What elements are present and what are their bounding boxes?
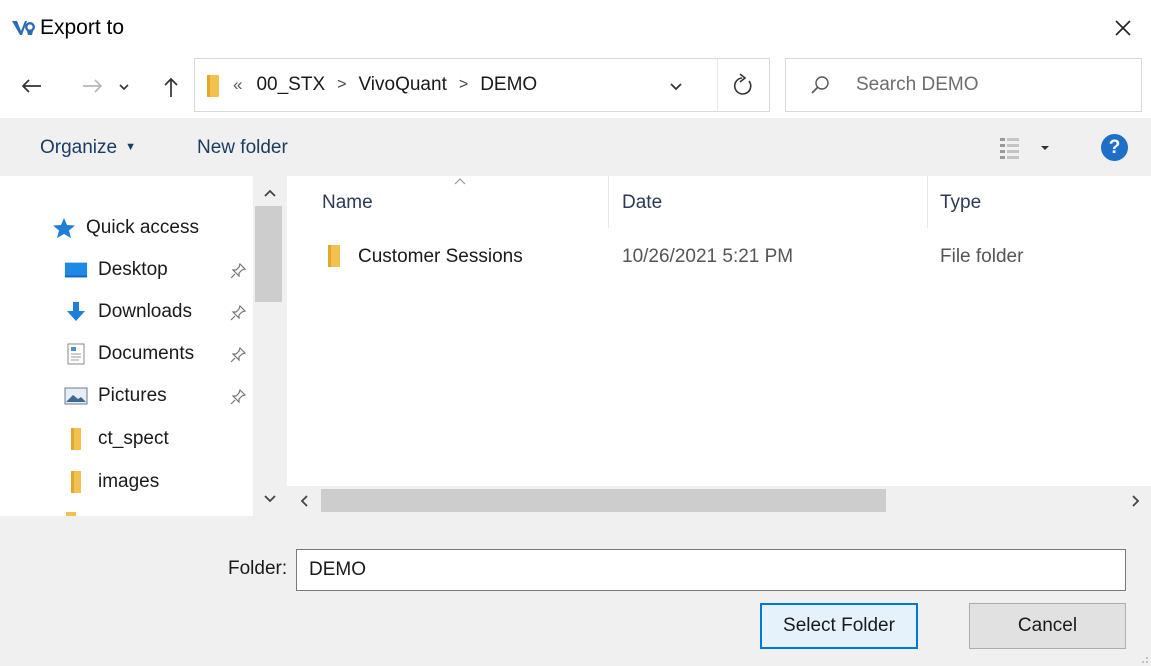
address-dropdown-icon[interactable] xyxy=(663,73,689,99)
change-view-button[interactable] xyxy=(1000,136,1060,160)
forward-arrow-icon xyxy=(83,79,103,93)
download-icon xyxy=(64,301,88,323)
title-bar: Export to xyxy=(0,0,1151,58)
up-button[interactable] xyxy=(156,72,186,102)
window-title: Export to xyxy=(40,16,125,39)
pin-icon[interactable] xyxy=(229,346,247,364)
breadcrumb: « 00_STX > VivoQuant > DEMO xyxy=(233,59,537,111)
folder-icon xyxy=(207,75,219,97)
browser-pane: Quick access Desktop Downloads Documents… xyxy=(0,176,1151,516)
breadcrumb-separator[interactable]: > xyxy=(337,76,346,94)
sort-ascending-icon xyxy=(454,178,466,185)
sidebar-item-documents[interactable]: Documents xyxy=(64,339,194,369)
sidebar-item-label: Downloads xyxy=(98,301,192,322)
organize-label: Organize xyxy=(40,137,118,158)
file-row[interactable]: Customer Sessions 10/26/2021 5:21 PM Fil… xyxy=(317,242,1137,272)
folder-label: Folder: xyxy=(228,558,288,579)
breadcrumb-overflow[interactable]: « xyxy=(233,75,242,95)
back-button[interactable] xyxy=(14,72,48,100)
pin-icon[interactable] xyxy=(229,304,247,322)
refresh-icon xyxy=(733,73,752,95)
nav-scrollbar[interactable] xyxy=(253,176,287,516)
scroll-right-icon[interactable] xyxy=(1121,486,1151,516)
documents-icon xyxy=(64,343,88,365)
cancel-button[interactable]: Cancel xyxy=(969,603,1126,649)
column-divider[interactable] xyxy=(608,176,609,228)
file-list: Name Date Type Customer Sessions 10/26/2… xyxy=(287,176,1151,516)
breadcrumb-item-vivoquant[interactable]: VivoQuant xyxy=(358,74,446,96)
chevron-down-icon xyxy=(119,84,129,91)
address-bar[interactable]: « 00_STX > VivoQuant > DEMO xyxy=(194,58,770,112)
sidebar-item-label: ct_spect xyxy=(98,428,169,449)
star-icon xyxy=(52,217,76,239)
folder-icon xyxy=(64,471,88,493)
navigation-bar: « 00_STX > VivoQuant > DEMO Search DEMO xyxy=(0,58,1151,118)
sidebar-item-label: Desktop xyxy=(98,259,168,280)
organize-button[interactable]: Organize ▼ xyxy=(40,137,136,159)
back-arrow-icon xyxy=(21,79,41,93)
breadcrumb-item-demo[interactable]: DEMO xyxy=(480,74,537,96)
up-arrow-icon xyxy=(164,77,178,97)
folder-icon xyxy=(64,428,88,450)
sidebar-item-quick-access[interactable]: Quick access xyxy=(52,213,199,243)
column-header-date[interactable]: Date xyxy=(622,192,662,214)
desktop-icon xyxy=(64,259,88,281)
scroll-left-icon[interactable] xyxy=(287,486,321,516)
vivoquant-logo-icon xyxy=(12,21,35,35)
file-name: Customer Sessions xyxy=(358,246,523,267)
command-bar: Organize ▼ New folder ? xyxy=(0,118,1151,176)
pin-icon[interactable] xyxy=(229,388,247,406)
file-date: 10/26/2021 5:21 PM xyxy=(622,246,794,267)
select-folder-button[interactable]: Select Folder xyxy=(760,603,918,649)
folder-icon xyxy=(328,245,340,267)
breadcrumb-separator[interactable]: > xyxy=(459,76,468,94)
sidebar-item-images[interactable]: images xyxy=(64,467,159,497)
scroll-up-icon[interactable] xyxy=(253,184,287,204)
details-view-icon xyxy=(1000,138,1049,159)
pictures-icon xyxy=(64,385,88,407)
forward-button[interactable] xyxy=(76,72,110,100)
search-box[interactable]: Search DEMO xyxy=(785,58,1142,112)
folder-name-input[interactable] xyxy=(296,549,1126,591)
new-folder-button[interactable]: New folder xyxy=(197,137,288,159)
recent-locations-button[interactable] xyxy=(112,76,136,98)
file-list-scrollbar-thumb[interactable] xyxy=(321,489,886,512)
sidebar-item-label: Documents xyxy=(98,343,195,364)
column-divider[interactable] xyxy=(927,176,928,228)
column-header-name[interactable]: Name xyxy=(322,192,373,214)
column-header-type[interactable]: Type xyxy=(940,192,981,214)
close-icon[interactable] xyxy=(1105,10,1141,46)
sidebar-item-pictures[interactable]: Pictures xyxy=(64,381,167,411)
file-type: File folder xyxy=(940,246,1024,267)
nav-scrollbar-thumb[interactable] xyxy=(255,206,282,302)
scroll-down-icon[interactable] xyxy=(253,488,287,508)
sidebar-item-label: Pictures xyxy=(98,385,167,406)
footer-panel: Folder: Select Folder Cancel xyxy=(0,516,1151,666)
sidebar-item-ct-spect[interactable]: ct_spect xyxy=(64,424,169,454)
resize-grip-icon[interactable] xyxy=(1137,652,1149,664)
search-input[interactable]: Search DEMO xyxy=(856,74,978,96)
sidebar-item-desktop[interactable]: Desktop xyxy=(64,255,168,285)
search-icon xyxy=(811,76,829,94)
export-dialog: Export to « 00_STX > VivoQuant > DEMO Se… xyxy=(0,0,1151,666)
navigation-pane: Quick access Desktop Downloads Documents… xyxy=(0,176,287,516)
help-button[interactable]: ? xyxy=(1101,134,1128,161)
sidebar-item-label: images xyxy=(98,471,160,492)
refresh-button[interactable] xyxy=(717,59,769,111)
file-list-scrollbar[interactable] xyxy=(287,486,1151,516)
breadcrumb-item-00-stx[interactable]: 00_STX xyxy=(256,74,325,96)
sidebar-item-downloads[interactable]: Downloads xyxy=(64,297,192,327)
sidebar-item-label: Quick access xyxy=(86,217,199,238)
pin-icon[interactable] xyxy=(229,262,247,280)
caret-down-icon: ▼ xyxy=(125,141,136,153)
